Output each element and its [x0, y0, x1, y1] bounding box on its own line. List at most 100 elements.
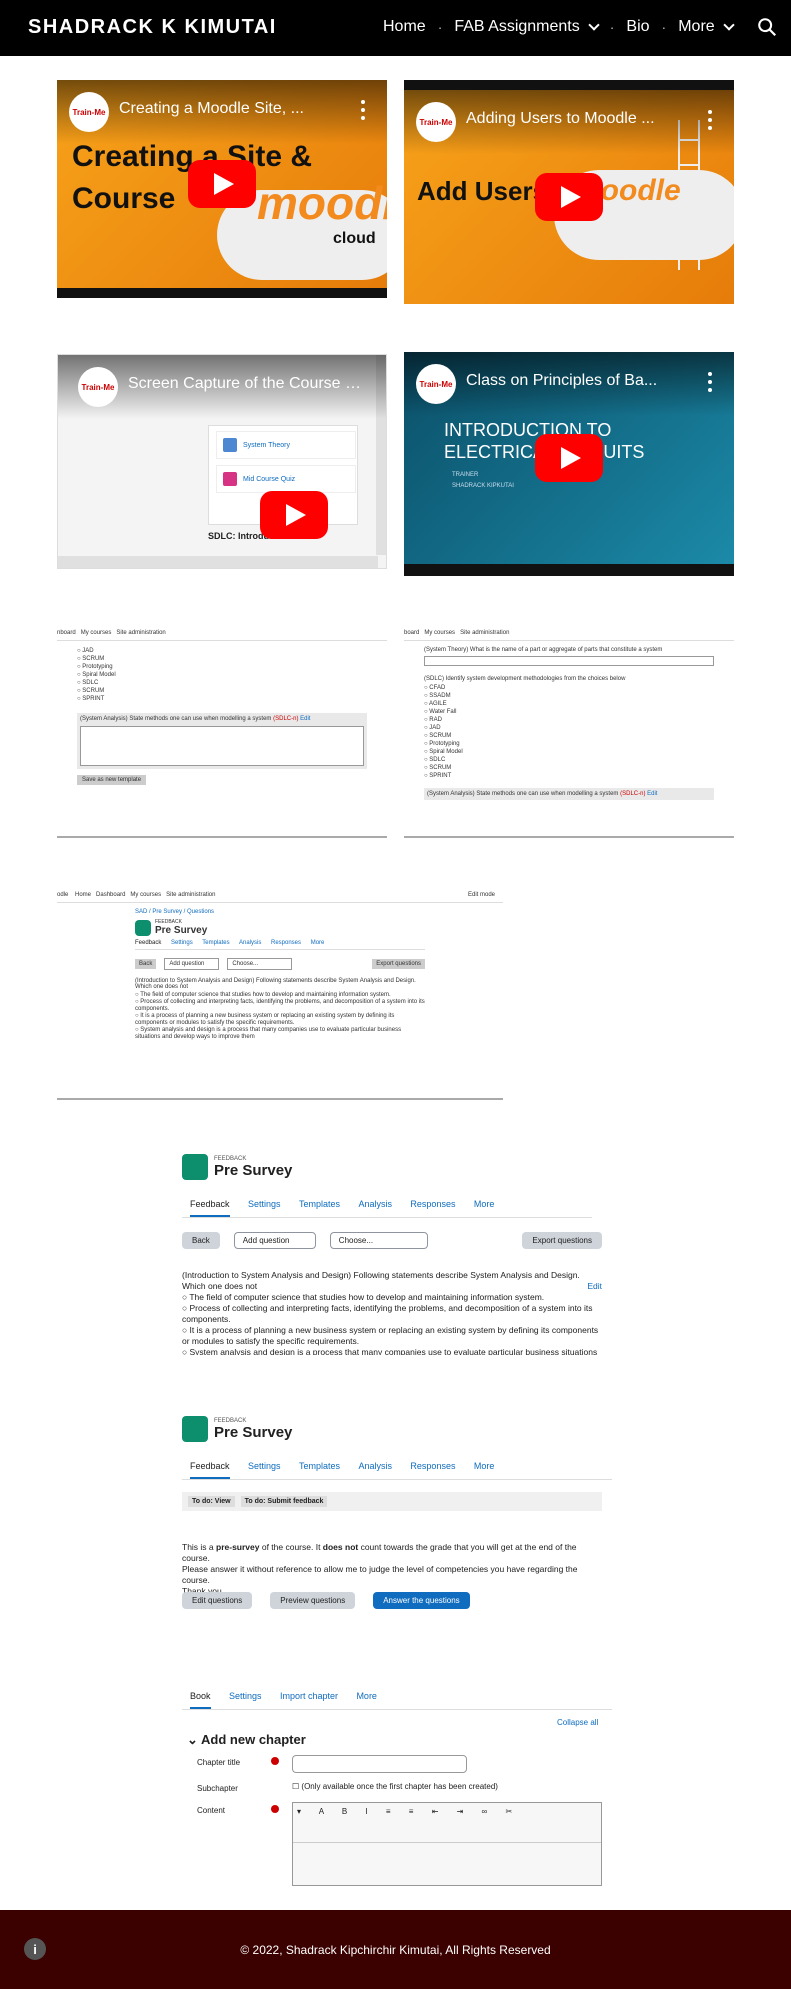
video-title[interactable]: Screen Capture of the Course b...	[128, 375, 366, 393]
feedback-icon	[135, 919, 151, 936]
field-label: Subchapter	[197, 1784, 238, 1793]
edit-link: Edit	[300, 716, 311, 722]
answer-field	[80, 726, 364, 766]
tab-settings: Settings	[171, 940, 193, 946]
choose-select: Choose...	[329, 1232, 428, 1249]
scrollbar[interactable]	[58, 556, 378, 568]
channel-avatar[interactable]: Train-Me	[416, 102, 456, 142]
channel-avatar[interactable]: Train-Me	[416, 364, 456, 404]
channel-avatar[interactable]: Train-Me	[69, 92, 109, 132]
video-embed[interactable]: Creating a Site & Course moodle cloud Tr…	[57, 80, 387, 298]
search-icon[interactable]	[756, 16, 778, 38]
tab-settings: Settings	[228, 1691, 262, 1701]
nav-more[interactable]: More	[678, 18, 735, 36]
chevron-down-icon[interactable]	[588, 18, 600, 31]
page-title: Pre Survey	[155, 925, 208, 936]
video-overlay-text: cloud	[333, 230, 376, 247]
option: SCRUM	[82, 688, 105, 694]
nav-item: odle	[57, 892, 69, 898]
question-text: (System Analysis) State methods one can …	[80, 716, 272, 722]
answer: System analysis and design is a process …	[135, 1027, 402, 1040]
video-overlay-text: SHADRACK KIPKUTAI	[452, 483, 514, 489]
video-embed[interactable]: Add Users moodle Train-Me Adding Users t…	[404, 80, 734, 304]
video-embed[interactable]: System Theory Mid Course Quiz SDLC: Intr…	[57, 354, 387, 569]
intro-text-part: Please answer it without reference to al…	[182, 1564, 578, 1585]
video-overlay-text: TRAINER	[452, 472, 479, 478]
nav-item: My courses	[80, 630, 112, 636]
video-embed[interactable]: INTRODUCTION TO ELECTRICAL CIRCUITS TRAI…	[404, 352, 734, 576]
info-icon[interactable]: i	[24, 1938, 46, 1960]
moodle-logo: moodle	[257, 177, 387, 229]
answer: Process of collecting and interpreting f…	[135, 999, 425, 1012]
tab-book: Book	[190, 1691, 211, 1709]
video-overlay-text: Add Users	[417, 176, 548, 206]
screenshot-image: Book Settings Import chapter More Collap…	[57, 1672, 623, 1886]
channel-avatar[interactable]: Train-Me	[78, 367, 118, 407]
tab-responses: Responses	[410, 1461, 456, 1471]
answer: System analysis and design is a process …	[189, 1347, 598, 1355]
nav-label: FAB Assignments	[454, 18, 580, 35]
quiz-icon	[223, 472, 237, 486]
tab-templates: Templates	[298, 1199, 340, 1209]
option: AGILE	[428, 701, 447, 707]
moodle-nav: board My courses Site administration	[404, 626, 734, 641]
screenshot-image: FEEDBACK Pre Survey Feedback Settings Tem…	[57, 1410, 623, 1624]
field-label: Chapter title	[197, 1758, 241, 1767]
play-button[interactable]	[535, 173, 603, 221]
site-title[interactable]: SHADRACK K KIMUTAI	[28, 16, 277, 39]
nav-home[interactable]: Home	[383, 18, 426, 36]
option: Spiral Model	[82, 672, 116, 678]
answer-list: ○ The field of computer science that stu…	[135, 992, 425, 1040]
question-tag: (SDLC-n)	[620, 791, 646, 797]
nav-item: nboard	[57, 630, 76, 636]
field-label: Content	[197, 1806, 226, 1815]
course-item-label: System Theory	[243, 441, 290, 449]
play-button[interactable]	[260, 490, 329, 539]
export-button: Export questions	[522, 1232, 602, 1249]
more-vert-icon[interactable]	[708, 372, 712, 392]
tab-feedback: Feedback	[190, 1461, 230, 1479]
play-button[interactable]	[535, 434, 603, 482]
required-icon	[271, 1757, 279, 1765]
nav-bio[interactable]: Bio	[626, 18, 649, 36]
option: JAD	[429, 725, 441, 731]
nav-fab-assignments[interactable]: FAB Assignments	[454, 18, 600, 36]
intro-text: This is a pre-survey of the course. It d…	[182, 1542, 602, 1597]
video-title[interactable]: Class on Principles of Ba...	[466, 372, 684, 390]
moodle-nav: nboard My courses Site administration	[57, 626, 387, 641]
tab-analysis: Analysis	[238, 940, 262, 946]
tabs: Feedback Settings Templates Analysis Res…	[182, 1194, 592, 1218]
assignment-icon	[223, 438, 237, 452]
tab-templates: Templates	[298, 1461, 340, 1471]
tab-settings: Settings	[247, 1199, 281, 1209]
section-heading: Add new chapter	[201, 1732, 306, 1747]
edit-questions-button: Edit questions	[182, 1592, 253, 1609]
intro-text-part: This is a	[182, 1542, 217, 1552]
edit-link: Edit	[647, 791, 658, 797]
video-title[interactable]: Creating a Moodle Site, ...	[119, 100, 337, 118]
more-vert-icon[interactable]	[708, 110, 712, 130]
tab-import-chapter: Import chapter	[279, 1691, 338, 1701]
answer: It is a process of planning a new busine…	[135, 1013, 395, 1026]
more-vert-icon[interactable]	[361, 100, 365, 120]
moodle-nav: odle Home Dashboard My courses Site admi…	[57, 888, 503, 903]
collapse-all-link: Collapse all	[557, 1718, 599, 1727]
subchapter-checkbox: ☐ (Only available once the first chapter…	[292, 1782, 498, 1791]
course-item-label: Mid Course Quiz	[243, 475, 296, 483]
option: CFAD	[429, 685, 446, 691]
video-title[interactable]: Adding Users to Moodle ...	[466, 110, 684, 128]
intro-text-bold: does not	[322, 1542, 359, 1552]
tabs: Feedback Settings Templates Analysis Res…	[182, 1456, 612, 1480]
answer: It is a process of planning a new busine…	[182, 1325, 599, 1346]
play-button[interactable]	[188, 160, 256, 208]
chevron-down-icon[interactable]	[723, 18, 735, 31]
tab-analysis: Analysis	[358, 1199, 392, 1209]
nav-separator: ·	[609, 19, 615, 35]
tab-templates: Templates	[202, 940, 230, 946]
option: JAD	[82, 648, 94, 654]
add-question-select: Add question	[233, 1232, 316, 1249]
tab-analysis: Analysis	[358, 1461, 392, 1471]
answer-field	[424, 656, 714, 666]
tab-more: More	[473, 1199, 495, 1209]
feedback-icon	[182, 1416, 208, 1442]
